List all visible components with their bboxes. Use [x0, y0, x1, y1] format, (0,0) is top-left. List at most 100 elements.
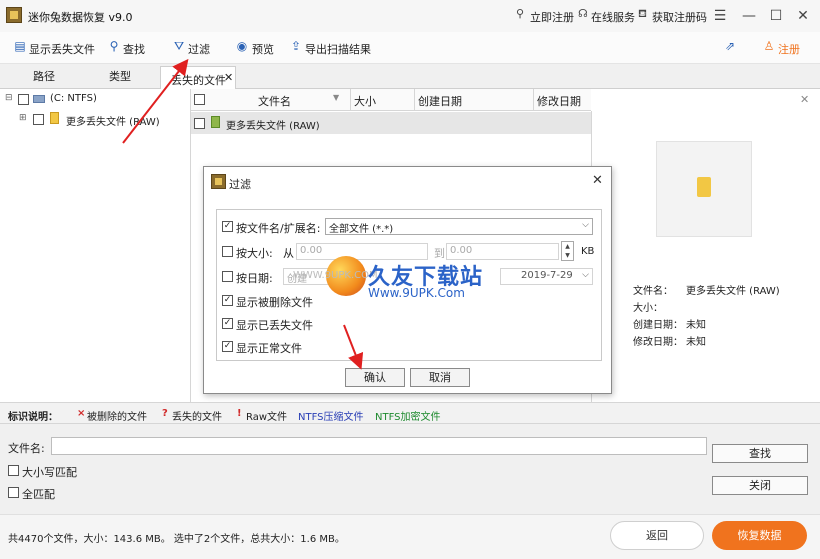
legend-deleted: 被删除的文件 [87, 412, 147, 423]
maximize-icon[interactable]: ☐ [765, 5, 787, 27]
legend-encrypted: NTFS加密文件 [375, 412, 441, 423]
raw-file-icon [211, 116, 220, 128]
app-logo-icon [6, 7, 22, 23]
show-normal-label: 显示正常文件 [236, 342, 302, 355]
col-created[interactable]: 创建日期 [418, 93, 462, 109]
tab-path[interactable]: 路径 [14, 65, 74, 89]
by-size-label: 按大小: [236, 247, 273, 260]
folder-icon [50, 112, 59, 124]
show-lost-checkbox[interactable]: ✓ [222, 318, 233, 329]
show-lost-label: 显示已丢失文件 [236, 319, 313, 332]
preview-modified-label: 修改日期： [633, 337, 683, 348]
filter-button[interactable]: 过滤 [188, 41, 210, 57]
menu-icon[interactable]: ☰ [709, 5, 731, 27]
by-name-checkbox[interactable]: ✓ [222, 221, 233, 232]
tab-close-icon[interactable]: ✕ [224, 71, 233, 84]
close-icon[interactable]: ✕ [792, 5, 814, 27]
whole-match-label: 全匹配 [22, 488, 55, 501]
filename-input[interactable] [51, 437, 707, 455]
eye-icon: ◉ [236, 39, 248, 53]
legend-lost: 丢失的文件 [172, 412, 222, 423]
filter-icon: ⛛ [173, 39, 185, 53]
preview-close-icon[interactable]: ✕ [800, 93, 809, 106]
dialog-title: 过滤 [229, 178, 251, 191]
preview-created-label: 创建日期： [633, 320, 683, 331]
preview-name-value: 更多丢失文件 (RAW) [686, 286, 780, 297]
watermark-url: Www.9UPK.Com [368, 286, 465, 300]
tab-lost-label: 丢失的文件 [171, 74, 226, 87]
online-service-link[interactable]: 在线服务 [591, 9, 635, 25]
legend-compressed: NTFS压缩文件 [298, 412, 364, 423]
tab-lost-files[interactable]: 丢失的文件 ✕ [160, 66, 236, 90]
preview-modified-value: 未知 [686, 337, 706, 348]
by-name-label: 按文件名/扩展名: [236, 222, 321, 235]
by-date-label: 按日期: [236, 272, 273, 285]
row-checkbox[interactable] [194, 118, 205, 129]
show-deleted-checkbox[interactable]: ✓ [222, 295, 233, 306]
col-divider [350, 89, 351, 111]
date-end-value: 2019-7-29 [521, 270, 573, 281]
dialog-app-icon [211, 174, 226, 189]
size-unit: KB [581, 246, 595, 257]
headset-icon: ☊ [578, 7, 588, 20]
dialog-ok-button[interactable]: 确认 [345, 368, 405, 387]
recover-button[interactable]: 恢复数据 [712, 521, 807, 550]
col-modified[interactable]: 修改日期 [537, 93, 581, 109]
show-lost-button[interactable]: 显示丢失文件 [29, 41, 95, 57]
preview-size-label: 大小： [633, 303, 663, 314]
legend-title: 标识说明： [8, 412, 58, 423]
tab-type[interactable]: 类型 [90, 65, 150, 89]
show-lost-icon: ▤ [14, 39, 26, 53]
back-button[interactable]: 返回 [610, 521, 704, 550]
chevron-down-icon: ⌵ [582, 220, 589, 230]
sort-icon[interactable]: ▼ [333, 93, 339, 102]
chevron-down-icon: ⌵ [582, 270, 589, 280]
watermark-sub: WWW.9UPK.COM [293, 270, 378, 281]
show-normal-checkbox[interactable]: ✓ [222, 341, 233, 352]
legend-raw: Raw文件 [246, 412, 288, 423]
user-icon: ♙ [763, 39, 775, 53]
by-date-checkbox[interactable] [222, 271, 233, 282]
preview-button[interactable]: 预览 [252, 41, 274, 57]
size-spinner[interactable]: ▲ ▼ [561, 241, 574, 261]
dialog-close-icon[interactable]: ✕ [592, 173, 603, 188]
status-summary: 共4470个文件，大小：143.6 MB。 选中了2个文件，总共大小：1.6 M… [8, 534, 345, 545]
folder-checkbox[interactable] [33, 114, 44, 125]
register-button[interactable]: 注册 [778, 41, 800, 57]
tree-drive-label[interactable]: (C: NTFS) [50, 93, 97, 104]
minimize-icon[interactable]: — [738, 5, 760, 27]
drive-icon [33, 95, 45, 103]
preview-name-label: 文件名： [633, 286, 673, 297]
select-all-checkbox[interactable] [194, 94, 205, 105]
key-icon: ⚲ [516, 7, 525, 20]
file-type-select[interactable]: 全部文件 (*.*) ⌵ [325, 218, 593, 235]
expand-icon[interactable]: ⊞ [19, 113, 27, 123]
filename-label: 文件名: [8, 442, 45, 455]
size-to-input[interactable]: 0.00 [446, 243, 559, 260]
by-size-checkbox[interactable] [222, 246, 233, 257]
deleted-mark-icon: × [77, 408, 86, 419]
whole-match-checkbox[interactable] [8, 487, 19, 498]
app-window: 迷你兔数据恢复 v9.0 ⚲ 立即注册 ☊ 在线服务 ⛾ 获取注册码 ☰ — ☐… [0, 0, 820, 559]
size-from-value: 0.00 [300, 245, 323, 256]
export-button[interactable]: 导出扫描结果 [305, 41, 371, 57]
search-find-button[interactable]: 查找 [712, 444, 808, 463]
search-close-button[interactable]: 关闭 [712, 476, 808, 495]
collapse-icon[interactable]: ⊟ [5, 93, 13, 103]
get-code-link[interactable]: 获取注册码 [652, 9, 707, 25]
cart-icon: ⛾ [638, 7, 647, 20]
dialog-cancel-button[interactable]: 取消 [410, 368, 470, 387]
share-icon[interactable]: ⇗ [723, 39, 737, 53]
col-name[interactable]: 文件名 [258, 93, 291, 109]
case-label: 大小写匹配 [22, 466, 77, 479]
show-deleted-label: 显示被删除文件 [236, 296, 313, 309]
case-checkbox[interactable] [8, 465, 19, 476]
export-icon: ⇪ [290, 39, 302, 53]
register-now-link[interactable]: 立即注册 [530, 9, 574, 25]
tree-folder-label[interactable]: 更多丢失文件 (RAW) [66, 113, 160, 128]
date-end-picker[interactable]: 2019-7-29 ⌵ [500, 268, 593, 285]
col-size[interactable]: 大小 [354, 93, 376, 109]
size-from-input[interactable]: 0.00 [296, 243, 428, 260]
drive-checkbox[interactable] [18, 94, 29, 105]
find-button[interactable]: 查找 [123, 41, 145, 57]
